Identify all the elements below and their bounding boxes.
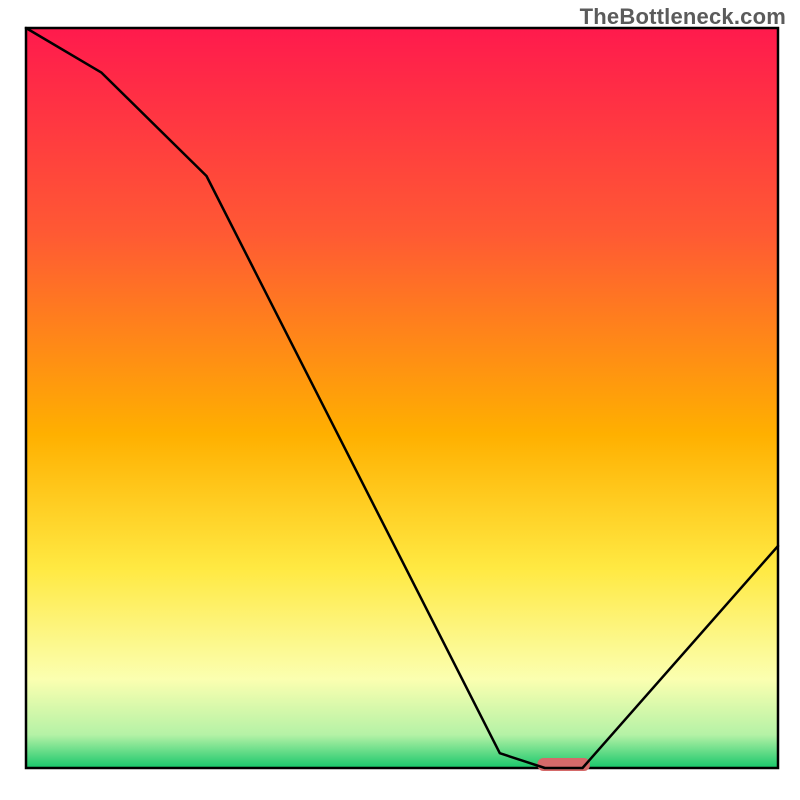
watermark-text: TheBottleneck.com (580, 4, 786, 30)
bottleneck-chart (0, 0, 800, 800)
plot-background (26, 28, 778, 768)
